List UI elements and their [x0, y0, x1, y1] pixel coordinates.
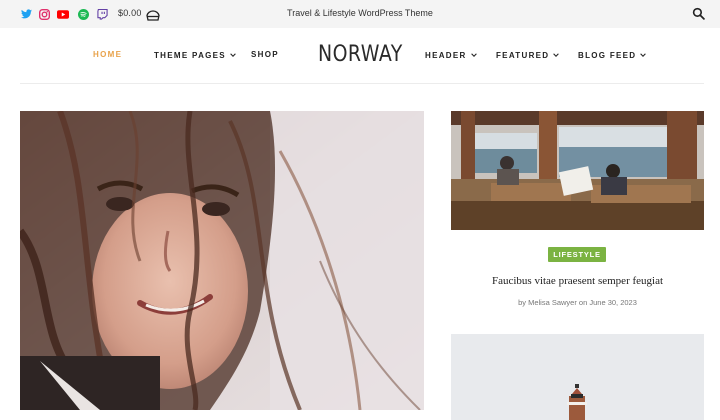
- nav-label: SHOP: [251, 50, 279, 59]
- chevron-down-icon: [230, 50, 236, 59]
- post-title[interactable]: Faucibus vitae praesent semper feugiat: [451, 275, 704, 287]
- header-divider: [20, 83, 704, 84]
- featured-post-image[interactable]: [20, 111, 424, 410]
- category-badge[interactable]: LIFESTYLE: [548, 247, 606, 262]
- nav-label: HEADER: [425, 51, 467, 60]
- nav-label: THEME PAGES: [154, 51, 226, 60]
- site-logo[interactable]: NORWAY: [318, 42, 403, 67]
- main-header: HOME THEME PAGES SHOP NORWAY HEADER FEAT…: [0, 28, 720, 83]
- top-bar: $0.00 Travel & Lifestyle WordPress Theme: [0, 0, 720, 28]
- nav-label: BLOG FEED: [578, 51, 637, 60]
- second-post-image[interactable]: [451, 334, 704, 420]
- nav-theme-pages[interactable]: THEME PAGES: [154, 50, 236, 60]
- nav-label: FEATURED: [496, 51, 550, 60]
- chevron-down-icon: [553, 50, 560, 59]
- side-post-image[interactable]: [451, 111, 704, 230]
- chevron-down-icon: [640, 50, 647, 59]
- nav-header[interactable]: HEADER: [425, 50, 477, 60]
- chevron-down-icon: [470, 50, 477, 59]
- nav-featured[interactable]: FEATURED: [496, 50, 560, 60]
- site-tagline: Travel & Lifestyle WordPress Theme: [287, 8, 433, 18]
- nav-label: HOME: [93, 50, 123, 59]
- nav-home[interactable]: HOME: [93, 50, 122, 59]
- post-meta: by Melisa Sawyer on June 30, 2023: [518, 298, 637, 307]
- search-icon[interactable]: [692, 7, 705, 25]
- nav-shop[interactable]: SHOP: [251, 50, 279, 59]
- nav-blog-feed[interactable]: BLOG FEED: [578, 50, 647, 60]
